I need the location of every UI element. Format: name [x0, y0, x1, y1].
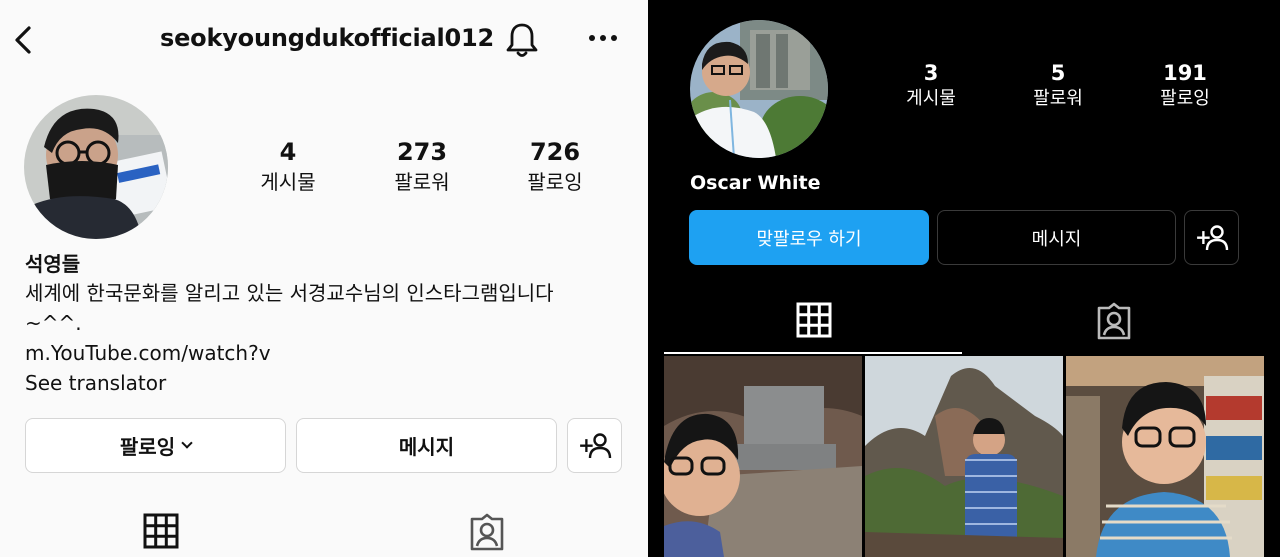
following-count-label: 팔로잉 [527, 170, 583, 194]
add-person-button[interactable]: + [567, 418, 622, 473]
svg-text:+: + [1195, 225, 1212, 249]
post-photo-3[interactable] [1066, 356, 1264, 557]
following-count[interactable]: 191 팔로잉 [1142, 61, 1228, 111]
profile-avatar[interactable] [690, 20, 828, 158]
posts-count[interactable]: 3 게시물 [888, 61, 974, 111]
followers-count-value: 273 [396, 138, 448, 166]
bio-line: 세계에 한국문화를 알리고 있는 서경교수님의 인스타그램입니다 [25, 281, 554, 305]
grid-icon[interactable] [143, 513, 179, 549]
svg-text:+: + [578, 433, 595, 457]
active-tab-indicator [664, 352, 962, 354]
add-person-button[interactable]: + [1184, 210, 1239, 265]
following-count-value: 726 [529, 138, 581, 166]
add-person-icon: + [578, 433, 611, 458]
tagged-icon[interactable] [468, 513, 506, 551]
following-button-label: 팔로잉 [119, 435, 176, 459]
bio-link[interactable]: m.YouTube.com/watch?v [25, 338, 625, 368]
add-person-icon: + [1195, 225, 1228, 250]
left-profile-panel: seokyoungdukofficial012 4 게시물 273 팔로워 72… [0, 0, 648, 557]
see-translation-link[interactable]: See translator [25, 368, 625, 398]
followers-count-label: 팔로워 [394, 170, 450, 194]
following-count-value: 191 [1163, 61, 1207, 85]
message-button-label: 메시지 [1031, 228, 1082, 250]
profile-avatar[interactable] [24, 95, 168, 239]
posts-count-label: 게시물 [906, 88, 956, 109]
followers-count[interactable]: 5 팔로워 [1015, 61, 1101, 111]
posts-count-label: 게시물 [260, 170, 316, 194]
following-count-label: 팔로잉 [1160, 88, 1210, 109]
posts-count-value: 3 [923, 61, 939, 85]
following-count[interactable]: 726 팔로잉 [505, 138, 605, 196]
grid-icon[interactable] [796, 302, 832, 338]
message-button[interactable]: 메시지 [296, 418, 557, 473]
followers-count-label: 팔로워 [1033, 88, 1083, 109]
tagged-icon[interactable] [1095, 302, 1133, 340]
profile-display-name: Oscar White [690, 172, 821, 194]
bell-icon[interactable] [503, 20, 541, 60]
message-button[interactable]: 메시지 [937, 210, 1176, 265]
chevron-down-icon [181, 437, 193, 449]
posts-count[interactable]: 4 게시물 [238, 138, 338, 196]
follow-back-button-label: 맞팔로우 하기 [756, 228, 862, 250]
more-icon[interactable] [586, 26, 620, 50]
follow-back-button[interactable]: 맞팔로우 하기 [689, 210, 929, 265]
following-button[interactable]: 팔로잉 [25, 418, 286, 473]
back-icon[interactable] [12, 24, 36, 56]
profile-header: seokyoungdukofficial012 [0, 0, 648, 80]
profile-display-name: 석영들 [25, 252, 81, 276]
posts-count-value: 4 [279, 138, 297, 166]
bio-line: ~^^. [25, 311, 82, 335]
profile-bio: 석영들 세계에 한국문화를 알리고 있는 서경교수님의 인스타그램입니다 ~^^… [25, 250, 625, 398]
followers-count[interactable]: 273 팔로워 [372, 138, 472, 196]
profile-username: seokyoungdukofficial012 [160, 24, 495, 52]
post-photo-1[interactable] [664, 356, 862, 557]
right-profile-panel: 3 게시물 5 팔로워 191 팔로잉 Oscar White 맞팔로우 하기 … [648, 0, 1280, 557]
post-photo-2[interactable] [865, 356, 1063, 557]
followers-count-value: 5 [1050, 61, 1066, 85]
message-button-label: 메시지 [398, 435, 455, 459]
